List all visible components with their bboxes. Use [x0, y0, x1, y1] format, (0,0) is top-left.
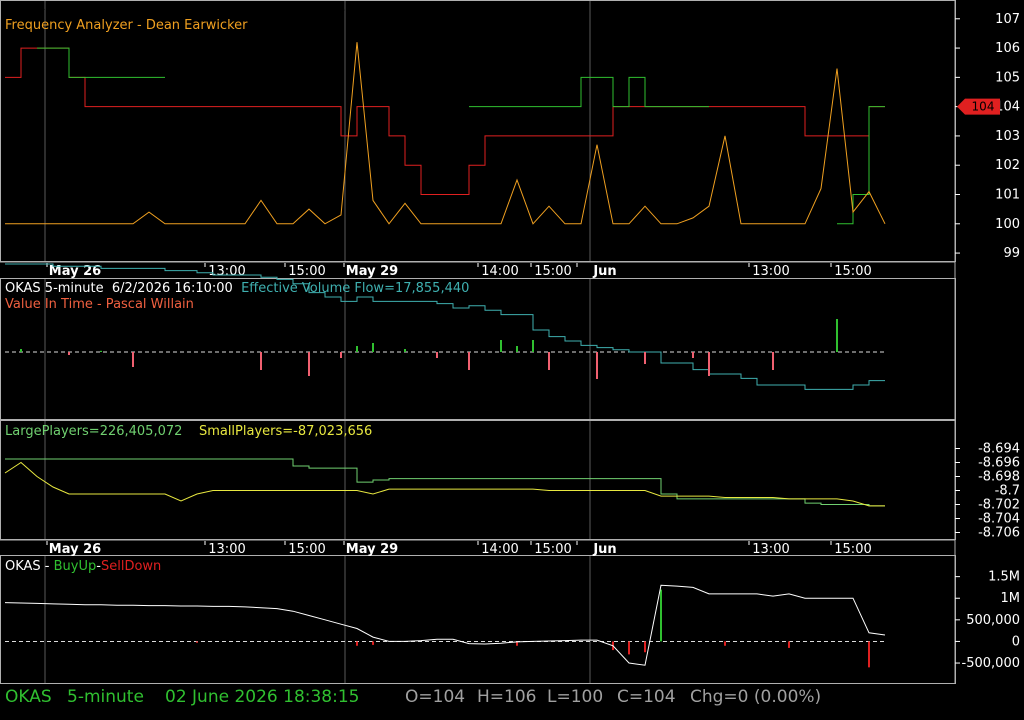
buyup-bar: [868, 641, 870, 668]
vit-bar: [836, 319, 838, 352]
vit-panel-title: OKAS 5-minute 6/2/2026 16:10:00 Effectiv…: [5, 281, 469, 296]
players-x-tick-label: 13:00: [752, 542, 789, 557]
price-x-tick-label: 14:00: [481, 264, 518, 279]
status-low: L=100: [547, 687, 604, 707]
price-ytick-label: 107: [995, 12, 1020, 27]
price-ytick-label: 99: [1003, 246, 1020, 261]
price-panel-title: OKAS- 5-minute 6/2/2026 16:10:00 O= 104,…: [5, 2, 599, 17]
vit-symbol: OKAS 5-minute 6/2/2026 16:10:00: [5, 281, 233, 296]
price-x-tick-label: May 29: [346, 264, 398, 279]
buyup-bar: [196, 641, 198, 643]
buyup-bar: [788, 641, 790, 648]
panel-frame-4: [0, 555, 956, 684]
buyup-bar: [628, 641, 630, 655]
small-players-label: SmallPlayers=-87,023,656: [198, 424, 373, 439]
vit-bar: [20, 349, 22, 352]
vit-bar: [644, 352, 646, 364]
status-symbol: OKAS: [5, 687, 52, 707]
price-ytick-label: 100: [995, 217, 1020, 232]
buyup-ytick-label: 1M: [1001, 591, 1021, 606]
vit-bar: [356, 346, 358, 352]
price-ytick-label: 105: [995, 70, 1020, 85]
players-x-tick-label: Jun: [592, 542, 616, 557]
price-ytick-label: 102: [995, 158, 1020, 173]
players-ytick-label: -8.698: [978, 470, 1020, 485]
large-players-label: LargePlayers=226,405,072: [5, 424, 183, 439]
status-high: H=106: [477, 687, 537, 707]
selldown-label: SellDown: [100, 559, 162, 574]
buyup-ytick-label: -500,000: [962, 656, 1020, 671]
buyup-bar: [644, 641, 646, 653]
buyup-label: BuyUp: [53, 559, 97, 574]
players-ytick-label: -8.706: [978, 526, 1020, 541]
vit-bar: [404, 349, 406, 352]
players-ytick-label: -8.696: [978, 456, 1020, 471]
vit-bar: [308, 352, 310, 376]
price-x-tick-label: 15:00: [288, 264, 325, 279]
vit-bar: [132, 352, 134, 367]
vit-bar: [548, 352, 550, 370]
players-x-tick-label: 15:00: [834, 542, 871, 557]
vit-bar: [692, 352, 694, 358]
vit-indicator: Effective Volume Flow=17,855,440: [241, 281, 470, 296]
vit-bar: [596, 352, 598, 379]
price-series-red: [5, 47, 885, 195]
players-x-tick-label: 15:00: [534, 542, 571, 557]
players-x-tick-label: 13:00: [208, 542, 245, 557]
panel-frame-1: [0, 0, 956, 262]
buyup-panel-title: OKAS - BuyUp-SellDown: [5, 559, 161, 574]
price-ytick-label: 103: [995, 129, 1020, 144]
price-series-green: [37, 47, 885, 225]
vit-bar: [68, 352, 70, 355]
players-series-large: [5, 458, 885, 507]
buyup-ytick-label: 500,000: [966, 613, 1020, 628]
players-ytick-label: -8.702: [978, 498, 1020, 513]
vit-bar: [340, 352, 342, 358]
players-x-tick-label: 15:00: [288, 542, 325, 557]
buyup-prefix: OKAS -: [5, 559, 54, 574]
price-x-tick-label: 15:00: [534, 264, 571, 279]
vit-bar: [532, 340, 534, 352]
vit-bar: [100, 350, 102, 352]
players-ytick-label: -8.694: [978, 442, 1020, 457]
chart-area: 99100101102103104105106107104May 26 13:00…: [0, 0, 1021, 684]
players-x-tick-label: May 26: [49, 542, 101, 557]
players-ytick-label: -8.7: [995, 484, 1020, 499]
buyup-bar: [356, 641, 358, 646]
vit-panel-subtitle: Value In Time - Pascal Willain: [5, 297, 194, 312]
players-x-tick-label: 14:00: [481, 542, 518, 557]
price-x-tick-label: 13:00: [208, 264, 245, 279]
status-change: Chg=0 (0.00%): [690, 687, 822, 707]
price-x-tick-label: Jun: [592, 264, 616, 279]
vit-bar: [372, 343, 374, 352]
vit-bar: [500, 340, 502, 352]
price-ytick-label: 101: [995, 188, 1020, 203]
vit-bar: [708, 352, 710, 376]
buyup-bar: [372, 641, 374, 645]
price-panel-subtitle: Frequency Analyzer - Dean Earwicker: [5, 18, 248, 33]
price-series-orange: [5, 42, 886, 225]
vit-bar: [516, 346, 518, 352]
price-x-tick-label: 15:00: [834, 264, 871, 279]
status-open: O=104: [405, 687, 466, 707]
price-ytick-label: 106: [995, 41, 1020, 56]
vit-bar: [260, 352, 262, 370]
vit-bar: [772, 352, 774, 370]
status-datetime: 02 June 2026 18:38:15: [165, 687, 360, 707]
players-ytick-label: -8.704: [978, 512, 1020, 527]
buyup-ytick-label: 1.5M: [988, 570, 1020, 585]
buyup-ytick-label: 0: [1012, 634, 1020, 649]
players-panel-title: LargePlayers=226,405,072 SmallPlayers=-8…: [5, 424, 372, 439]
price-x-tick-label: 13:00: [752, 264, 789, 279]
vit-bar: [436, 352, 438, 358]
players-x-tick-label: May 29: [346, 542, 398, 557]
status-bar: OKAS 5-minute 02 June 2026 18:38:15 O=10…: [0, 684, 1024, 720]
status-interval: 5-minute: [67, 687, 144, 707]
status-close: C=104: [617, 687, 676, 707]
buyup-series-white: [4, 584, 886, 666]
buyup-bar: [660, 589, 662, 642]
price-marker-label: 104: [972, 100, 995, 114]
buyup-bar: [724, 641, 726, 646]
vit-bar: [468, 352, 470, 370]
